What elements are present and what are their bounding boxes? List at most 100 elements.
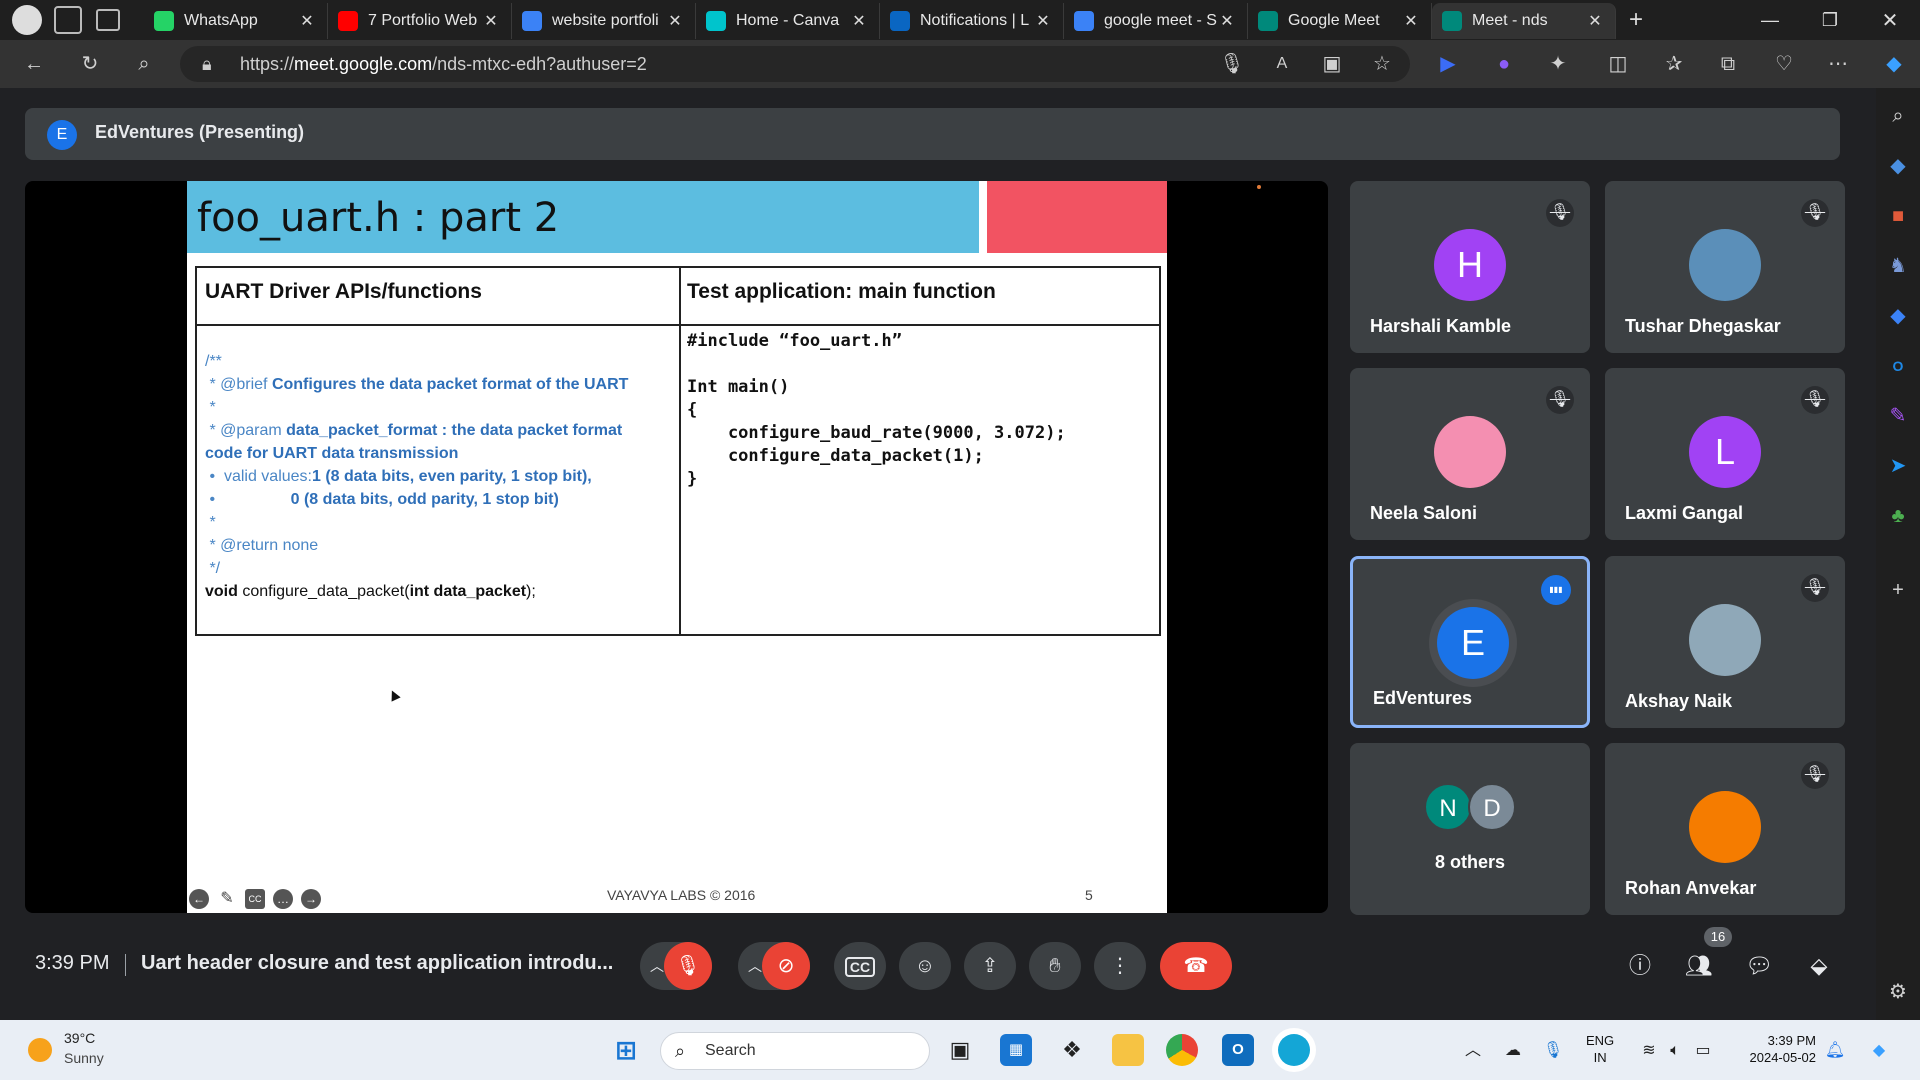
- participant-tile[interactable]: Neela Saloni 🎙︎: [1350, 368, 1590, 540]
- meeting-info-icon[interactable]: ⓘ: [1624, 950, 1656, 982]
- tab-close-icon[interactable]: ✕: [481, 11, 501, 31]
- maximize-button[interactable]: ❐: [1800, 10, 1860, 31]
- chat-icon[interactable]: 💬︎: [1743, 950, 1775, 982]
- read-aloud-icon[interactable]: A: [1268, 50, 1296, 78]
- collections-icon[interactable]: ⧉: [1714, 50, 1742, 78]
- wifi-icon[interactable]: ≋: [1638, 1040, 1660, 1062]
- new-tab-button[interactable]: +: [1616, 6, 1656, 34]
- app-available-icon[interactable]: ▣: [1318, 50, 1346, 78]
- browser-tab[interactable]: WhatsApp ✕: [144, 3, 328, 39]
- favorites-icon[interactable]: ✰: [1660, 50, 1688, 78]
- weather-temperature[interactable]: 39°C: [64, 1030, 95, 1046]
- volume-icon[interactable]: 🔈︎: [1664, 1040, 1686, 1062]
- participant-tile[interactable]: Tushar Dhegaskar 🎙︎: [1605, 181, 1845, 353]
- slide-captions-icon[interactable]: CC: [245, 889, 265, 909]
- outlook-icon[interactable]: O: [1222, 1034, 1254, 1066]
- tab-close-icon[interactable]: ✕: [1033, 11, 1053, 31]
- file-explorer-icon[interactable]: [1112, 1034, 1144, 1066]
- sun-icon[interactable]: [28, 1038, 52, 1062]
- refresh-icon[interactable]: ↻: [76, 50, 104, 78]
- favorite-star-icon[interactable]: ☆: [1368, 50, 1396, 78]
- profile-avatar[interactable]: [12, 5, 42, 35]
- participant-tile[interactable]: Rohan Anvekar 🎙︎: [1605, 743, 1845, 915]
- people-icon[interactable]: 👥︎: [1683, 950, 1715, 982]
- extension-blue-icon[interactable]: ▶: [1434, 50, 1462, 78]
- participant-tile[interactable]: ND 8 others: [1350, 743, 1590, 915]
- sidebar-tools-icon[interactable]: ■: [1884, 202, 1912, 230]
- sidebar-outlook-icon[interactable]: O: [1884, 352, 1912, 380]
- browser-tab[interactable]: Google Meet ✕: [1248, 3, 1432, 39]
- sidebar-send-icon[interactable]: ➤: [1884, 452, 1912, 480]
- leave-call-button[interactable]: ☎: [1160, 942, 1232, 990]
- raise-hand-button[interactable]: ✋︎: [1029, 942, 1081, 990]
- present-button[interactable]: ⇪: [964, 942, 1016, 990]
- tab-close-icon[interactable]: ✕: [849, 11, 869, 31]
- browser-tab[interactable]: Notifications | L ✕: [880, 3, 1064, 39]
- browser-tab[interactable]: website portfoli ✕: [512, 3, 696, 39]
- activities-icon[interactable]: ⬙: [1803, 950, 1835, 982]
- camera-toggle-button[interactable]: ︿ ⊘: [738, 942, 810, 990]
- copilot-icon[interactable]: ◆: [1880, 50, 1908, 78]
- sidebar-settings-icon[interactable]: ⚙: [1884, 978, 1912, 1006]
- tab-close-icon[interactable]: ✕: [297, 11, 317, 31]
- workspaces-icon[interactable]: [54, 6, 82, 34]
- browser-tab[interactable]: Home - Canva ✕: [696, 3, 880, 39]
- close-window-button[interactable]: ✕: [1860, 8, 1920, 33]
- chevron-up-icon[interactable]: ︿: [650, 942, 664, 990]
- tab-close-icon[interactable]: ✕: [1217, 11, 1237, 31]
- dropbox-icon[interactable]: ❖: [1056, 1034, 1088, 1066]
- participant-tile[interactable]: E EdVentures ▮▮▮: [1350, 556, 1590, 728]
- browser-essentials-icon[interactable]: ♡: [1770, 50, 1798, 78]
- search-icon[interactable]: ⌕: [130, 50, 158, 78]
- sidebar-games-icon[interactable]: ♞: [1884, 252, 1912, 280]
- onedrive-icon[interactable]: ☁: [1502, 1040, 1524, 1062]
- split-screen-icon[interactable]: ◫: [1604, 50, 1632, 78]
- slide-prev-icon[interactable]: ←: [189, 889, 209, 909]
- sidebar-copilot-icon[interactable]: ◆: [1884, 302, 1912, 330]
- language-indicator[interactable]: ENG IN: [1586, 1032, 1614, 1066]
- microphone-tray-icon[interactable]: 🎙︎: [1542, 1040, 1564, 1062]
- sidebar-search-icon[interactable]: ⌕: [1884, 102, 1912, 130]
- captions-button[interactable]: CC: [834, 942, 886, 990]
- show-hidden-icons-icon[interactable]: ︿: [1462, 1040, 1484, 1062]
- more-options-button[interactable]: ⋮: [1094, 942, 1146, 990]
- copilot-taskbar-icon[interactable]: ◆: [1868, 1040, 1890, 1062]
- system-clock[interactable]: 3:39 PM 2024-05-02: [1738, 1032, 1817, 1066]
- participant-tile[interactable]: L Laxmi Gangal 🎙︎: [1605, 368, 1845, 540]
- minimize-button[interactable]: —: [1740, 10, 1800, 31]
- settings-more-icon[interactable]: ⋯: [1824, 50, 1852, 78]
- participant-tile[interactable]: Akshay Naik 🎙︎: [1605, 556, 1845, 728]
- reactions-button[interactable]: ☺: [899, 942, 951, 990]
- extension-purple-icon[interactable]: ●: [1490, 50, 1518, 78]
- notifications-bell-icon[interactable]: 🔔︎: [1824, 1040, 1846, 1062]
- slide-more-icon[interactable]: …: [273, 889, 293, 909]
- mic-toggle-button[interactable]: ︿ 🎙︎: [640, 942, 712, 990]
- tab-close-icon[interactable]: ✕: [1401, 11, 1421, 31]
- microphone-icon[interactable]: 🎙︎: [1218, 50, 1246, 78]
- slide-next-icon[interactable]: →: [301, 889, 321, 909]
- sidebar-designer-icon[interactable]: ✎: [1884, 402, 1912, 430]
- sidebar-add-icon[interactable]: +: [1884, 576, 1912, 604]
- browser-tab[interactable]: google meet - S ✕: [1064, 3, 1248, 39]
- back-icon[interactable]: ←: [20, 50, 48, 78]
- weather-condition[interactable]: Sunny: [64, 1050, 104, 1066]
- extensions-puzzle-icon[interactable]: ✦: [1544, 50, 1572, 78]
- browser-tab[interactable]: Meet - nds ✕: [1432, 3, 1616, 39]
- sidebar-tree-icon[interactable]: ♣: [1884, 502, 1912, 530]
- participant-tile[interactable]: H Harshali Kamble 🎙︎: [1350, 181, 1590, 353]
- browser-tab[interactable]: 7 Portfolio Web ✕: [328, 3, 512, 39]
- tab-actions-icon[interactable]: [96, 9, 120, 31]
- presentation-stage[interactable]: foo_uart.h : part 2 UART Driver APIs/fun…: [25, 181, 1328, 913]
- slide-pen-icon[interactable]: ✎: [217, 889, 237, 909]
- microsoft-store-icon[interactable]: ▦: [1000, 1034, 1032, 1066]
- tab-close-icon[interactable]: ✕: [665, 11, 685, 31]
- battery-icon[interactable]: ▭: [1692, 1040, 1714, 1062]
- sidebar-tag-icon[interactable]: ◆: [1884, 152, 1912, 180]
- windows-start-icon[interactable]: ⊞: [610, 1034, 642, 1066]
- task-view-icon[interactable]: ▣: [944, 1034, 976, 1066]
- meeting-title[interactable]: Uart header closure and test application…: [141, 952, 621, 975]
- chrome-icon[interactable]: [1166, 1034, 1198, 1066]
- taskbar-search[interactable]: ⌕ Search: [660, 1032, 930, 1070]
- edge-icon[interactable]: [1278, 1034, 1310, 1066]
- chevron-up-icon[interactable]: ︿: [748, 942, 762, 990]
